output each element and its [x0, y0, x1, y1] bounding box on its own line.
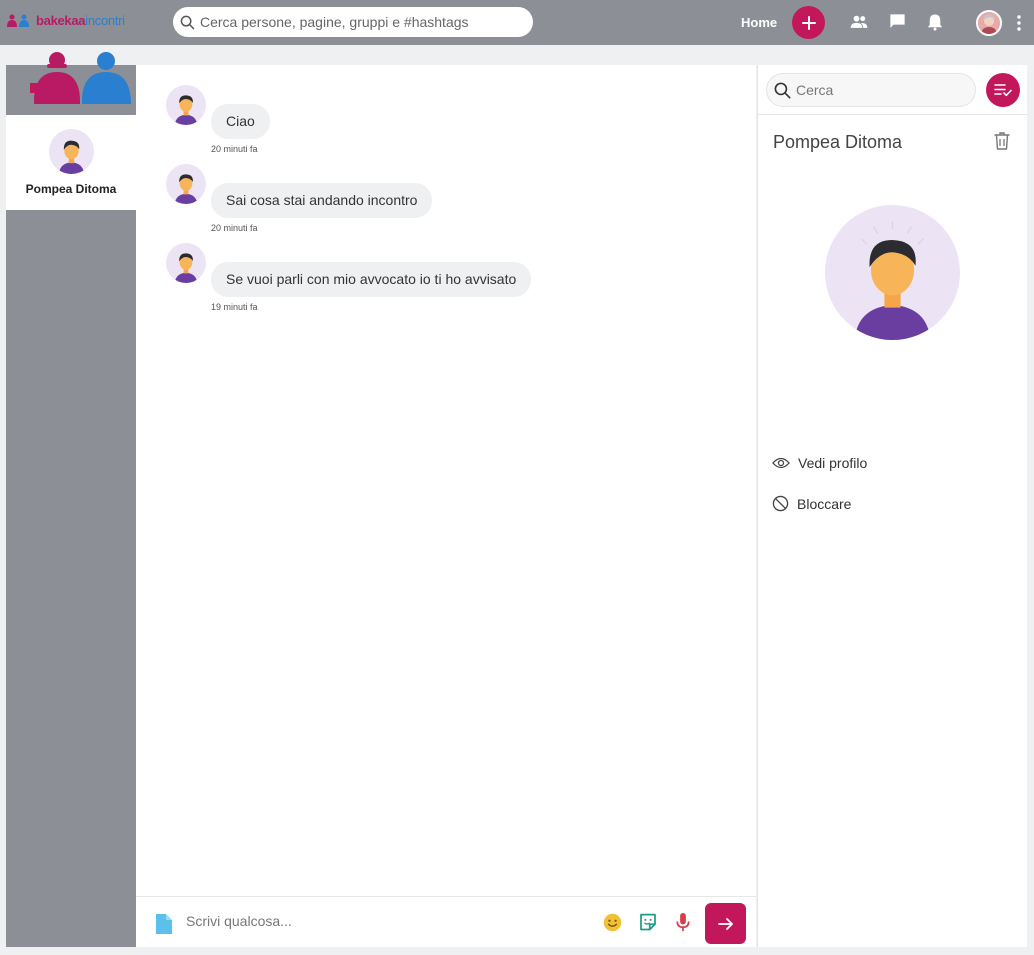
trash-icon[interactable]	[993, 131, 1011, 151]
filter-button[interactable]	[986, 73, 1020, 107]
logo-icon	[7, 14, 29, 27]
conversation-list: Pompea Ditoma	[6, 65, 136, 947]
people-icon[interactable]	[849, 12, 869, 32]
microphone-icon[interactable]	[675, 912, 691, 933]
emoji-icon[interactable]	[602, 912, 623, 933]
view-profile-label: Vedi profilo	[798, 455, 868, 471]
top-bar: bakekaaincontri Home	[0, 0, 1034, 45]
plus-icon	[801, 15, 816, 30]
message-time: 19 minuti fa	[211, 302, 258, 312]
person-avatar-icon	[854, 221, 931, 340]
person-avatar-icon	[174, 253, 198, 283]
eye-icon	[772, 457, 790, 469]
person-avatar-icon	[58, 140, 85, 174]
block-icon	[772, 495, 789, 512]
block-label: Bloccare	[797, 495, 852, 512]
arrow-right-icon	[717, 917, 733, 930]
contact-name: Pompea Ditoma	[773, 132, 903, 152]
divider	[758, 114, 1028, 115]
brand-name-part1: bakekaa	[36, 13, 86, 28]
message-avatar	[166, 164, 206, 204]
message-avatar	[166, 85, 206, 125]
conversation-avatar	[49, 129, 94, 174]
bell-icon[interactable]	[926, 12, 944, 32]
user-avatar[interactable]	[976, 10, 1002, 36]
mascot-logo-icon	[33, 52, 131, 104]
chat-panel: Ciao 20 minuti fa Sai cosa stai andando …	[136, 65, 756, 947]
global-search[interactable]	[173, 7, 533, 37]
contact-avatar	[825, 205, 960, 340]
message-time: 20 minuti fa	[211, 223, 258, 233]
conversation-name: Pompea Ditoma	[25, 182, 117, 196]
message-input[interactable]	[186, 913, 566, 929]
conversation-item[interactable]: Pompea Ditoma	[6, 115, 136, 210]
user-avatar-icon	[978, 12, 1000, 34]
person-avatar-icon	[174, 95, 198, 125]
message-composer	[136, 896, 756, 947]
search-icon	[774, 82, 791, 99]
global-search-input[interactable]	[200, 14, 520, 30]
home-link[interactable]: Home	[741, 15, 777, 30]
brand-name-part2: incontri	[85, 13, 125, 28]
conversation-search[interactable]	[766, 73, 976, 107]
brand-logo[interactable]: bakekaaincontri	[6, 13, 125, 28]
create-button[interactable]	[792, 6, 825, 39]
search-icon	[180, 15, 195, 29]
view-profile-action[interactable]: Vedi profilo	[772, 455, 867, 471]
person-avatar-icon	[174, 174, 198, 204]
message-avatar	[166, 243, 206, 283]
send-button[interactable]	[705, 903, 746, 944]
block-action[interactable]: Bloccare	[772, 495, 851, 512]
message-bubble: Ciao	[211, 104, 270, 139]
conversation-search-input[interactable]	[796, 82, 966, 98]
list-check-icon	[994, 84, 1012, 97]
message-bubble: Se vuoi parli con mio avvocato io ti ho …	[211, 262, 532, 297]
contact-details-panel: Pompea Ditoma Vedi profilo Bloccare	[757, 65, 1028, 947]
message-time: 20 minuti fa	[211, 144, 258, 154]
attach-file-icon[interactable]	[156, 914, 172, 934]
message-bubble: Sai cosa stai andando incontro	[211, 183, 433, 218]
sticker-icon[interactable]	[637, 912, 659, 933]
more-options-icon[interactable]	[1016, 14, 1022, 32]
chat-icon[interactable]	[888, 12, 907, 31]
